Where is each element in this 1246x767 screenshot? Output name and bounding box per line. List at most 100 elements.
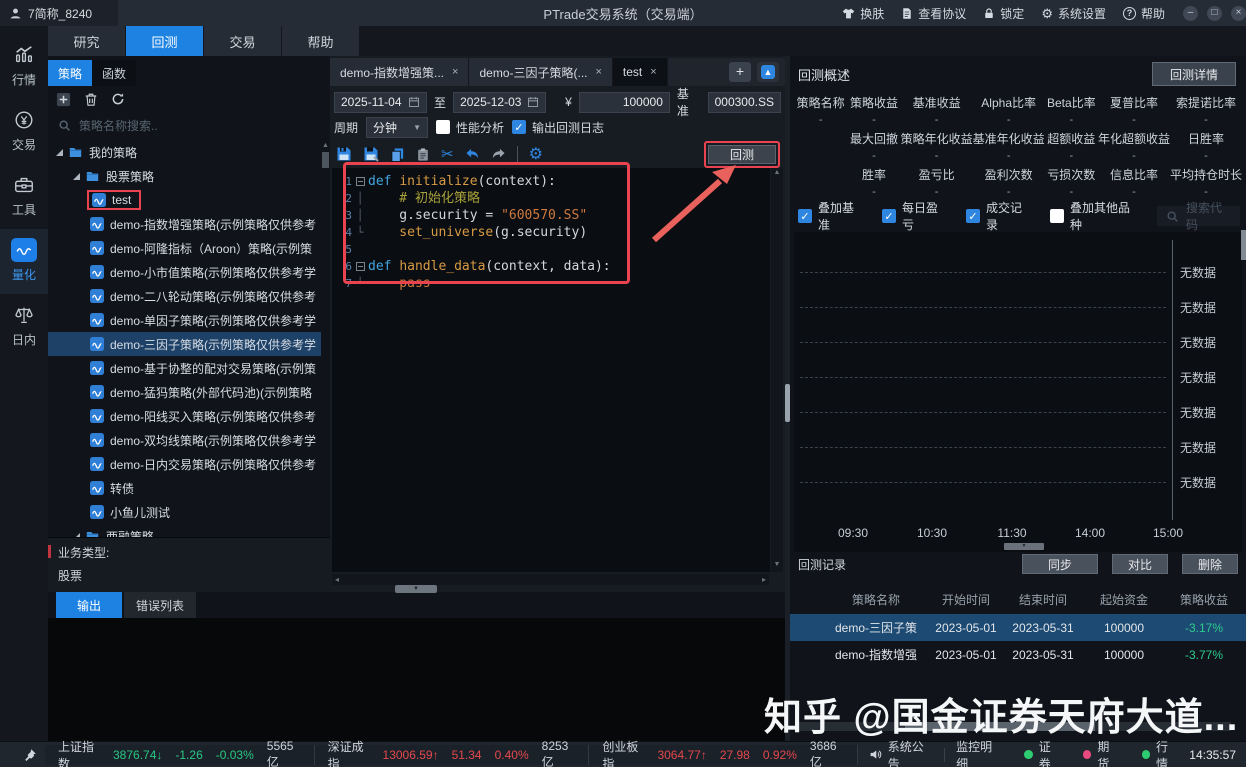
new-tab-button[interactable]: + bbox=[729, 62, 751, 82]
sidebar-item-量化[interactable]: 量化 bbox=[0, 229, 48, 294]
code-area[interactable]: 1def initialize(context):2│ # 初始化策略3│ g.… bbox=[332, 168, 770, 572]
strategy-tab-函数[interactable]: 函数 bbox=[92, 60, 136, 86]
delete-strategy-button[interactable] bbox=[84, 92, 98, 107]
metric-label: 胜率 bbox=[862, 166, 886, 183]
close-tab-icon[interactable]: × bbox=[650, 66, 656, 78]
refresh-strategies-button[interactable] bbox=[111, 92, 125, 106]
index-创业板指[interactable]: 创业板指3064.77↑27.980.92%3686亿 bbox=[589, 745, 857, 765]
tree-item[interactable]: demo-基于协整的配对交易策略(示例策 bbox=[48, 356, 321, 380]
close-tab-icon[interactable]: × bbox=[595, 66, 601, 78]
editor-vertical-scrollbar[interactable]: ▲▼ bbox=[771, 168, 783, 572]
add-strategy-button[interactable] bbox=[56, 92, 71, 107]
tree-item[interactable]: demo-单因子策略(示例策略仅供参考学 bbox=[48, 308, 321, 332]
records-button-删除[interactable]: 删除 bbox=[1182, 554, 1238, 574]
tree-item[interactable]: demo-二八轮动策略(示例策略仅供参考 bbox=[48, 284, 321, 308]
output-log-checkbox[interactable]: ✓ 输出回测日志 bbox=[512, 119, 604, 136]
index-深证成指[interactable]: 深证成指13006.59↑51.340.40%8253亿 bbox=[315, 745, 590, 765]
tree-item[interactable]: 小鱼儿测试 bbox=[48, 500, 321, 524]
chart-scrollbar-thumb[interactable]: ▼ bbox=[1004, 543, 1044, 550]
menu-item-系统设置[interactable]: ⚙系统设置 bbox=[1041, 5, 1106, 22]
metric-cell: 基准年化收益- bbox=[973, 128, 1045, 164]
tree-item[interactable]: demo-猛犸策略(外部代码池)(示例策略 bbox=[48, 380, 321, 404]
records-button-对比[interactable]: 对比 bbox=[1112, 554, 1168, 574]
option-label: 成交记录 bbox=[986, 199, 1031, 233]
panel-scrollbar-thumb[interactable] bbox=[1241, 230, 1246, 260]
capital-input[interactable]: 100000 bbox=[579, 92, 670, 113]
backtest-detail-button[interactable]: 回测详情 bbox=[1152, 62, 1236, 86]
menu-item-锁定[interactable]: 锁定 bbox=[983, 5, 1024, 22]
sidebar-item-交易[interactable]: 交易 bbox=[0, 99, 48, 164]
editor-horizontal-scrollbar[interactable]: ◂▸ bbox=[332, 574, 769, 585]
line-number: 4 bbox=[332, 224, 352, 241]
menu-item-查看协议[interactable]: 查看协议 bbox=[901, 5, 966, 22]
start-date-input[interactable]: 2025-11-04 bbox=[334, 92, 427, 113]
editor-splitter-grip[interactable]: ▼ bbox=[395, 585, 437, 593]
chart-option-叠加其他品种[interactable]: 叠加其他品种 bbox=[1050, 199, 1138, 233]
cut-icon[interactable]: ✂ bbox=[441, 145, 454, 163]
run-backtest-button[interactable]: 回测 bbox=[708, 145, 776, 164]
menu-item-换肤[interactable]: 换肤 bbox=[842, 5, 884, 22]
user-account[interactable]: 7简称_8240 bbox=[0, 0, 118, 26]
end-date-input[interactable]: 2025-12-03 bbox=[453, 92, 546, 113]
redo-icon[interactable] bbox=[491, 147, 506, 162]
save-icon[interactable] bbox=[336, 146, 352, 162]
sidebar-item-行情[interactable]: 行情 bbox=[0, 34, 48, 99]
sidebar-item-工具[interactable]: 工具 bbox=[0, 164, 48, 229]
output-tab-错误列表[interactable]: 错误列表 bbox=[124, 592, 196, 618]
tree-item[interactable]: demo-小市值策略(示例策略仅供参考学 bbox=[48, 260, 321, 284]
perf-analysis-checkbox[interactable]: 性能分析 bbox=[436, 119, 504, 136]
sidebar-item-日内[interactable]: 日内 bbox=[0, 294, 48, 359]
period-select[interactable]: 分钟 ▼ bbox=[366, 117, 428, 138]
records-button-同步[interactable]: 同步 bbox=[1022, 554, 1098, 574]
editor-tab[interactable]: demo-指数增强策...× bbox=[330, 58, 469, 86]
copy-icon[interactable] bbox=[390, 147, 405, 162]
metric-label: 策略年化收益 bbox=[901, 130, 973, 147]
paste-icon[interactable] bbox=[416, 147, 430, 162]
expand-editor-button[interactable]: ▲ bbox=[757, 62, 779, 82]
close-tab-icon[interactable]: × bbox=[452, 66, 458, 78]
tree-item[interactable]: demo-阳线买入策略(示例策略仅供参考 bbox=[48, 404, 321, 428]
save-as-icon[interactable] bbox=[363, 146, 379, 162]
undo-icon[interactable] bbox=[465, 147, 480, 162]
tree-item[interactable]: demo-双均线策略(示例策略仅供参考学 bbox=[48, 428, 321, 452]
editor-tab[interactable]: test× bbox=[613, 58, 668, 86]
tree-item[interactable]: demo-阿隆指标（Aroon）策略(示例策 bbox=[48, 236, 321, 260]
tree-item[interactable]: 转债 bbox=[48, 476, 321, 500]
tree-folder[interactable]: 我的策略 bbox=[48, 140, 321, 164]
monitor-detail-link[interactable]: 监控明细 bbox=[945, 738, 1013, 767]
metric-cell: 策略名称- bbox=[794, 92, 847, 128]
tree-scrollbar[interactable]: ▲▼ bbox=[321, 142, 330, 588]
record-row[interactable]: demo-三因子策2023-05-012023-05-31100000-3.17… bbox=[790, 614, 1246, 641]
editor-settings-gear-icon[interactable]: ⚙ bbox=[529, 144, 543, 164]
output-tab-输出[interactable]: 输出 bbox=[56, 592, 122, 618]
tree-folder[interactable]: 两融策略 bbox=[48, 524, 321, 537]
system-announcement[interactable]: 系统公告 bbox=[858, 738, 944, 767]
close-button[interactable]: × bbox=[1231, 6, 1246, 21]
pin-icon[interactable] bbox=[24, 748, 37, 761]
tree-item[interactable]: test bbox=[48, 188, 321, 212]
benchmark-input[interactable]: 000300.SS bbox=[708, 92, 781, 113]
tree-item[interactable]: demo-日内交易策略(示例策略仅供参考 bbox=[48, 452, 321, 476]
record-row[interactable]: demo-指数增强2023-05-012023-05-31100000-3.77… bbox=[790, 641, 1246, 668]
nav-tab-帮助[interactable]: 帮助 bbox=[282, 26, 360, 56]
metric-value: - bbox=[1132, 186, 1136, 198]
tree-item[interactable]: demo-指数增强策略(示例策略仅供参考 bbox=[48, 212, 321, 236]
nav-tab-回测[interactable]: 回测 bbox=[126, 26, 204, 56]
code-search-input[interactable]: 搜索代码 bbox=[1157, 206, 1240, 226]
minimize-button[interactable]: – bbox=[1183, 6, 1198, 21]
chart-option-每日盈亏[interactable]: ✓每日盈亏 bbox=[882, 199, 947, 233]
index-上证指数[interactable]: 上证指数3876.74↓-1.26-0.03%5565亿 bbox=[45, 745, 315, 765]
chart-option-成交记录[interactable]: ✓成交记录 bbox=[966, 199, 1031, 233]
lock-icon bbox=[983, 7, 995, 20]
strategy-search-input[interactable]: 策略名称搜索.. bbox=[48, 112, 330, 138]
editor-tab[interactable]: demo-三因子策略(...× bbox=[469, 58, 612, 86]
nav-tab-交易[interactable]: 交易 bbox=[204, 26, 282, 56]
nav-tab-研究[interactable]: 研究 bbox=[48, 26, 126, 56]
menu-item-帮助[interactable]: ?帮助 bbox=[1123, 5, 1165, 22]
record-cell-name: demo-三因子策 bbox=[824, 619, 928, 636]
strategy-tab-策略[interactable]: 策略 bbox=[48, 60, 92, 86]
tree-item[interactable]: demo-三因子策略(示例策略仅供参考学 bbox=[48, 332, 321, 356]
chart-option-叠加基准[interactable]: ✓叠加基准 bbox=[798, 199, 863, 233]
maximize-button[interactable]: □ bbox=[1207, 6, 1222, 21]
tree-folder[interactable]: 股票策略 bbox=[48, 164, 321, 188]
